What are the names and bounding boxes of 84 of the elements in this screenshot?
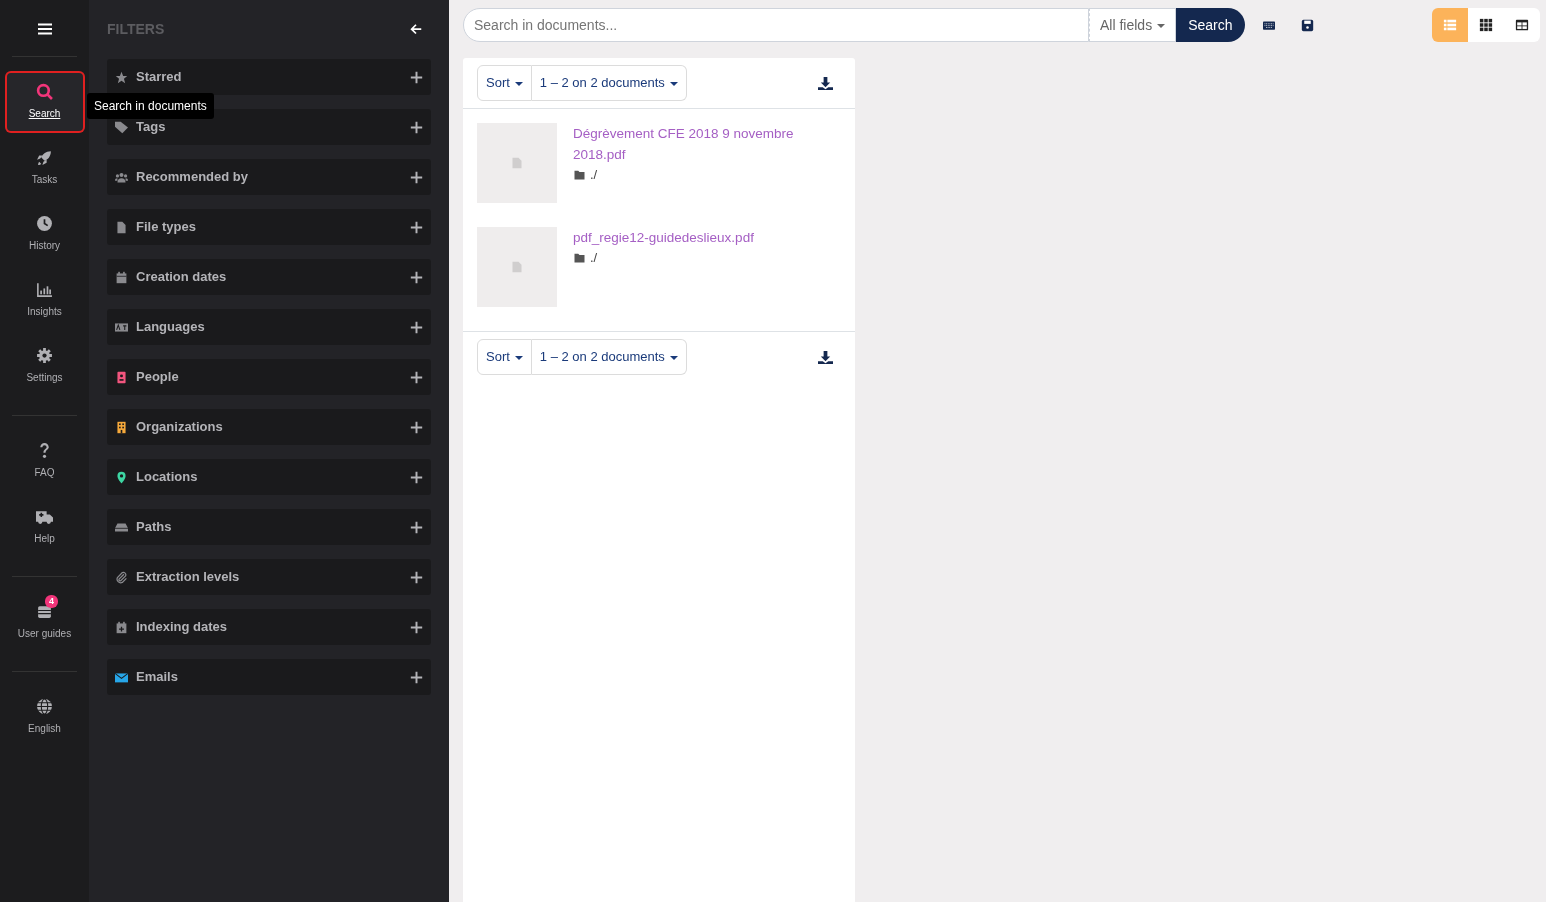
- sidebar-item[interactable]: 4 User guides: [4, 591, 85, 653]
- sidebar-item[interactable]: English: [4, 686, 85, 748]
- filter-item[interactable]: Languages: [107, 309, 431, 345]
- search-icon: [36, 83, 53, 100]
- id-card-icon: [115, 370, 128, 384]
- sidebar-item[interactable]: History: [4, 203, 85, 265]
- envelope-icon: [115, 670, 128, 684]
- plus-icon: [410, 370, 423, 384]
- hard-drive-icon: [115, 520, 128, 534]
- folder-icon: [573, 169, 586, 180]
- filter-item[interactable]: Recommended by: [107, 159, 431, 195]
- plus-icon: [410, 520, 423, 534]
- settings-icon: [36, 347, 53, 364]
- pdf-file-icon: [511, 156, 523, 170]
- filter-item[interactable]: Emails: [107, 659, 431, 695]
- view-toggle[interactable]: [1468, 8, 1504, 42]
- plus-icon: [410, 270, 423, 284]
- plus-icon: [410, 220, 423, 234]
- save-icon: [1300, 19, 1314, 33]
- plus-icon: [410, 570, 423, 584]
- document-path: ./: [590, 166, 598, 184]
- people-icon: [115, 170, 128, 184]
- search-field[interactable]: Search in documents...: [463, 8, 1089, 42]
- list-icon: [1443, 18, 1457, 32]
- globe-icon: [36, 698, 53, 715]
- pdf-file-icon: [511, 260, 523, 274]
- count-badge: 4: [45, 595, 58, 608]
- sidebar-item[interactable]: Insights: [4, 269, 85, 331]
- file-icon: [115, 220, 128, 234]
- plus-icon: [410, 320, 423, 334]
- filter-item[interactable]: Creation dates: [107, 259, 431, 295]
- table-icon: [1515, 18, 1529, 32]
- filter-item[interactable]: Extraction levels: [107, 559, 431, 595]
- field-dropdown[interactable]: All fields: [1089, 8, 1177, 42]
- search-button[interactable]: Search: [1176, 8, 1245, 42]
- tags-icon: [115, 120, 128, 134]
- folder-icon: [573, 252, 586, 263]
- document-link[interactable]: Dégrèvement CFE 2018 9 novembre 2018.pdf: [573, 123, 798, 165]
- sidebar-item[interactable]: Settings: [4, 335, 85, 397]
- book-icon: [36, 603, 53, 620]
- filter-item[interactable]: File types: [107, 209, 431, 245]
- view-toggle[interactable]: [1504, 8, 1540, 42]
- sort-dropdown[interactable]: Sort: [477, 339, 532, 375]
- filter-item[interactable]: Starred: [107, 59, 431, 95]
- paperclip-icon: [115, 570, 128, 584]
- document-path: ./: [590, 249, 598, 267]
- panel-title: FILTERS: [107, 20, 165, 39]
- sidebar-item[interactable]: FAQ: [4, 430, 85, 492]
- building-icon: [115, 420, 128, 434]
- plus-icon: [410, 670, 423, 684]
- filter-item[interactable]: Organizations: [107, 409, 431, 445]
- language-icon: [115, 320, 128, 334]
- calendar-icon: [115, 270, 128, 284]
- calendar-plus-icon: [115, 620, 128, 634]
- ambulance-icon: [36, 508, 53, 525]
- plus-icon: [410, 470, 423, 484]
- plus-icon: [410, 420, 423, 434]
- plus-icon: [410, 170, 423, 184]
- pagination-dropdown[interactable]: 1 – 2 on 2 documents: [531, 65, 687, 101]
- filter-item[interactable]: Locations: [107, 459, 431, 495]
- grid-icon: [1479, 18, 1493, 32]
- tooltip: Search in documents: [87, 93, 214, 119]
- star-icon: [115, 70, 128, 84]
- pagination-dropdown[interactable]: 1 – 2 on 2 documents: [531, 339, 687, 375]
- plus-icon: [410, 120, 423, 134]
- document-link[interactable]: pdf_regie12-guidedeslieux.pdf: [573, 227, 798, 248]
- map-pin-icon: [115, 470, 128, 484]
- clock-icon: [36, 215, 53, 232]
- keyboard-icon: [1260, 19, 1277, 32]
- filter-item[interactable]: Indexing dates: [107, 609, 431, 645]
- rocket-icon: [36, 149, 53, 166]
- plus-icon: [410, 620, 423, 634]
- download-icon: [818, 350, 833, 366]
- filter-item[interactable]: People: [107, 359, 431, 395]
- filter-item[interactable]: Tags: [107, 109, 431, 145]
- sort-dropdown[interactable]: Sort: [477, 65, 532, 101]
- sidebar-item[interactable]: Search: [4, 71, 85, 133]
- bar-chart-icon: [36, 281, 53, 298]
- filter-item[interactable]: Paths: [107, 509, 431, 545]
- sidebar-item[interactable]: Help: [4, 496, 85, 558]
- view-toggle[interactable]: [1432, 8, 1468, 42]
- sidebar-item[interactable]: Tasks: [4, 137, 85, 199]
- plus-icon: [410, 70, 423, 84]
- download-icon: [818, 76, 833, 92]
